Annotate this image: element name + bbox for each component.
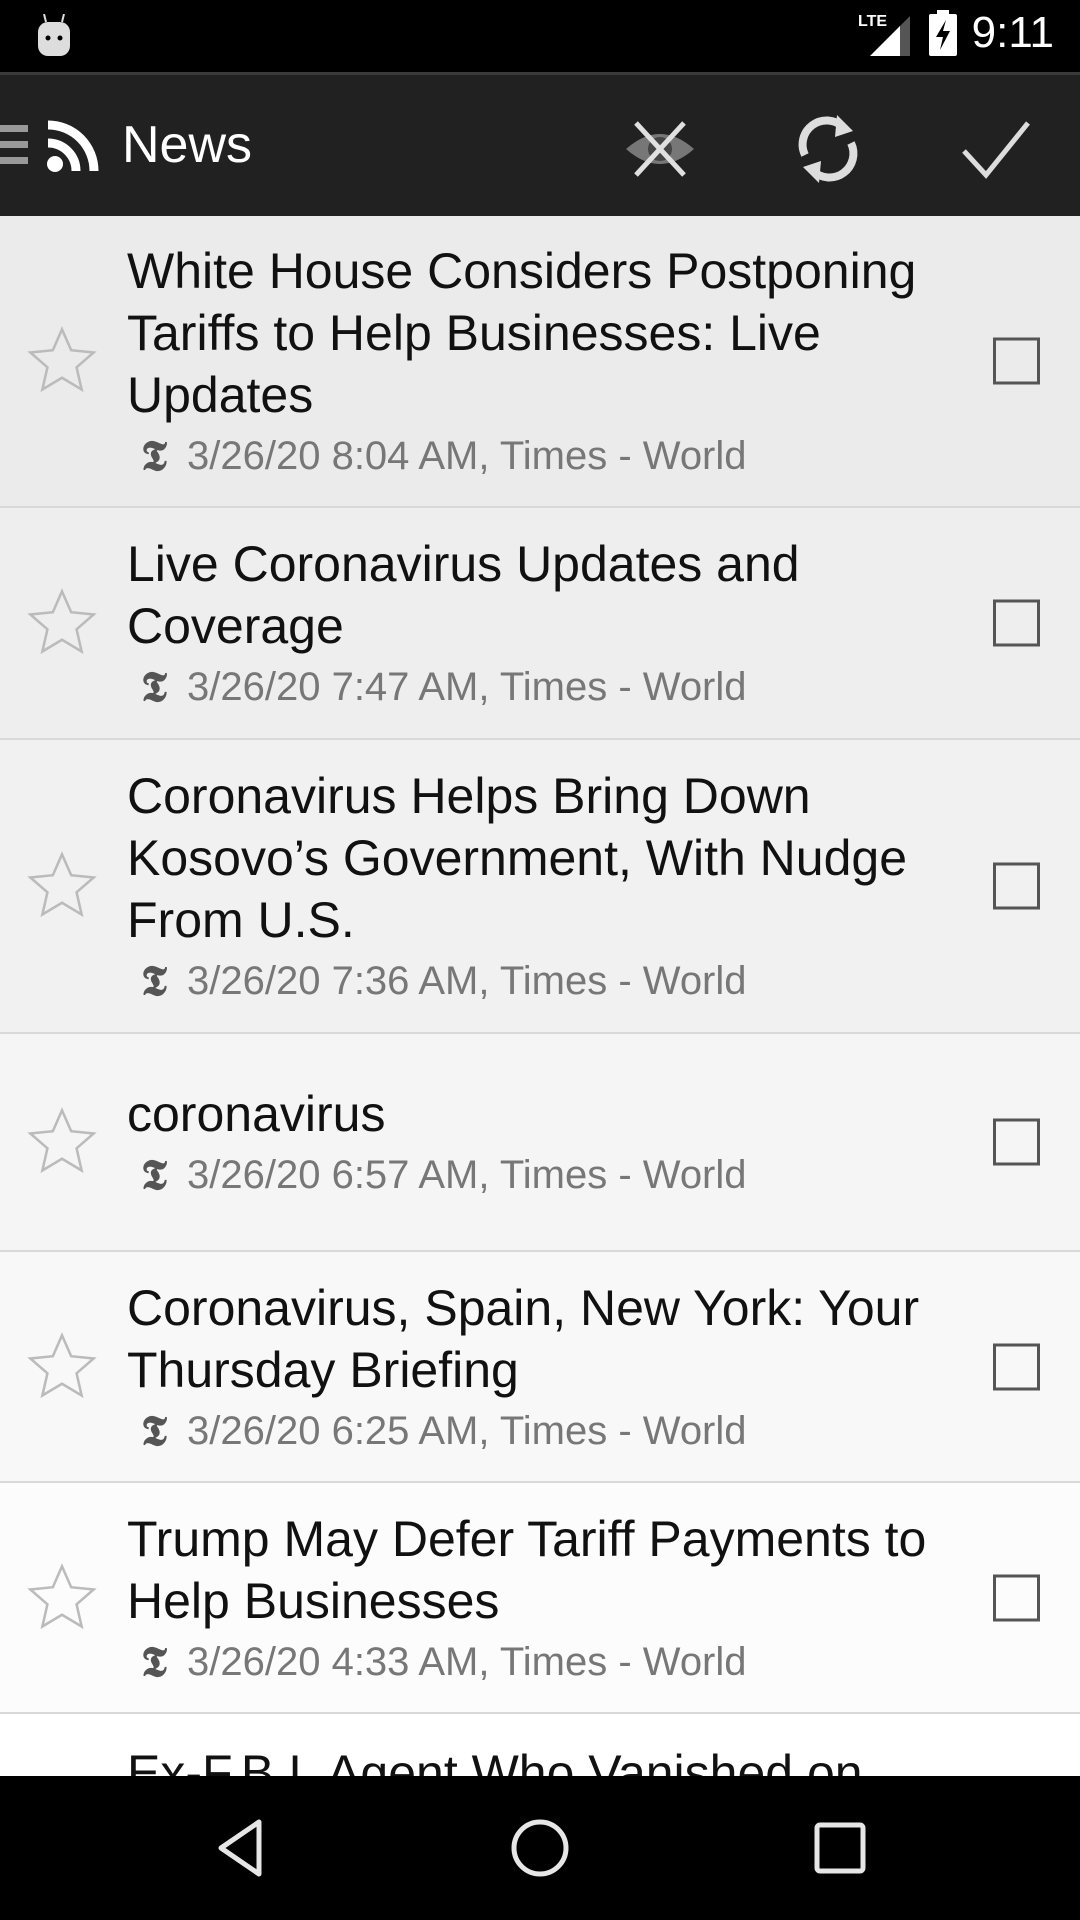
recents-icon: [814, 1822, 866, 1874]
star-icon[interactable]: [24, 1329, 100, 1405]
article-title[interactable]: coronavirus: [127, 1083, 957, 1145]
nyt-feed-icon: 𝕿: [141, 956, 167, 1005]
article-title[interactable]: Coronavirus, Spain, New York: Your Thurs…: [127, 1277, 957, 1401]
mark-read-checkbox[interactable]: [993, 862, 1040, 910]
mark-read-checkbox[interactable]: [993, 337, 1040, 385]
article-row[interactable]: Coronavirus Helps Bring Down Kosovo’s Go…: [0, 740, 1080, 1034]
refresh-button[interactable]: [790, 111, 866, 187]
back-icon: [218, 1819, 262, 1877]
recents-button[interactable]: [800, 1810, 880, 1886]
home-button[interactable]: [500, 1810, 580, 1886]
clock: 9:11: [971, 8, 1054, 57]
nyt-feed-icon: 𝕿: [141, 662, 167, 711]
mark-read-checkbox[interactable]: [993, 599, 1040, 647]
article-row[interactable]: Ex-F.B.I. Agent Who Vanished on: [0, 1714, 1080, 1776]
nyt-feed-icon: 𝕿: [141, 1405, 167, 1455]
star-icon[interactable]: [24, 1104, 100, 1180]
article-row[interactable]: White House Considers Postponing Tariffs…: [0, 216, 1080, 508]
star-icon[interactable]: [24, 585, 100, 661]
article-meta: 3/26/20 8:04 AM, Times - World: [187, 434, 747, 478]
nyt-feed-icon: 𝕿: [141, 431, 167, 480]
nyt-feed-icon: 𝕿: [141, 1150, 167, 1199]
mark-read-checkbox[interactable]: [993, 1118, 1040, 1166]
back-button[interactable]: [200, 1810, 280, 1886]
battery-charging-icon: [928, 10, 957, 56]
hide-read-button[interactable]: [622, 111, 698, 187]
article-row[interactable]: Trump May Defer Tariff Payments to Help …: [0, 1483, 1080, 1714]
nyt-feed-icon: 𝕿: [141, 1636, 167, 1686]
page-title: News: [122, 116, 253, 174]
article-meta: 3/26/20 7:36 AM, Times - World: [187, 959, 747, 1003]
article-title[interactable]: Trump May Defer Tariff Payments to Help …: [127, 1508, 957, 1632]
article-meta: 3/26/20 7:47 AM, Times - World: [187, 665, 747, 709]
article-row[interactable]: Coronavirus, Spain, New York: Your Thurs…: [0, 1252, 1080, 1483]
hide-read-icon: [626, 121, 694, 177]
refresh-icon: [798, 115, 858, 183]
android-notification-icon: [38, 14, 70, 56]
article-title[interactable]: Coronavirus Helps Bring Down Kosovo’s Go…: [127, 765, 957, 951]
article-title[interactable]: White House Considers Postponing Tariffs…: [127, 240, 957, 426]
mark-read-checkbox[interactable]: [993, 1343, 1040, 1390]
article-meta: 3/26/20 4:33 AM, Times - World: [187, 1639, 747, 1684]
star-icon[interactable]: [24, 323, 100, 399]
article-title[interactable]: Ex-F.B.I. Agent Who Vanished on: [127, 1742, 957, 1776]
status-bar: LTE 9:11: [0, 0, 1080, 72]
article-meta: 3/26/20 6:57 AM, Times - World: [187, 1153, 747, 1197]
toolbar: News: [0, 72, 1080, 216]
article-meta: 3/26/20 6:25 AM, Times - World: [187, 1408, 747, 1453]
mark-all-read-icon: [962, 121, 1030, 179]
lte-signal-icon: LTE: [858, 13, 910, 56]
article-list[interactable]: White House Considers Postponing Tariffs…: [0, 216, 1080, 1776]
star-icon[interactable]: [24, 1560, 100, 1636]
navigation-bar: [0, 1776, 1080, 1920]
article-row[interactable]: coronavirus 𝕿 3/26/20 6:57 AM, Times - Wo…: [0, 1034, 1080, 1252]
menu-icon[interactable]: [0, 123, 30, 167]
rss-icon: [47, 120, 99, 172]
mark-all-read-button[interactable]: [958, 111, 1034, 187]
article-title[interactable]: Live Coronavirus Updates and Coverage: [127, 533, 957, 657]
mark-read-checkbox[interactable]: [993, 1574, 1040, 1621]
home-icon: [511, 1819, 569, 1877]
article-row[interactable]: Live Coronavirus Updates and Coverage 𝕿3…: [0, 508, 1080, 740]
star-icon[interactable]: [24, 848, 100, 924]
network-type: LTE: [858, 13, 887, 30]
